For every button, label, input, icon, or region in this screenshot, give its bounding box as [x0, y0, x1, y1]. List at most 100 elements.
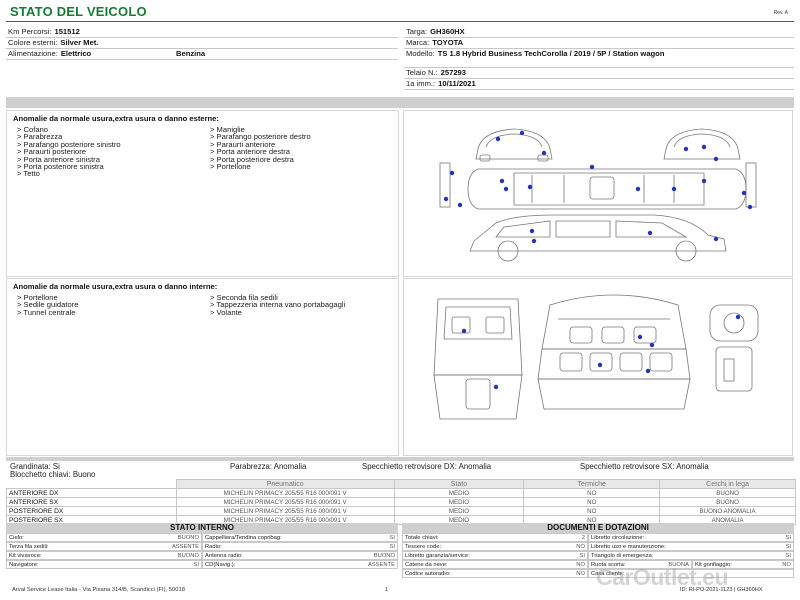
fuel-value: Elettrico [60, 49, 92, 58]
km-label: Km Percorsi: [8, 27, 52, 36]
car-exterior-drawing [439, 128, 757, 262]
cell-value: NO [576, 544, 585, 550]
vehicle-info-left: Km Percorsi: 151512 Colore esterni: Silver… [6, 27, 398, 60]
mirror-dx-status: Specchietto retrovisore DX: Anomalia [362, 462, 492, 471]
grid-cell: Codice autoradio: NO [402, 569, 588, 578]
tyre-winter: NO [523, 506, 661, 516]
cell-label: CD(Navig.): [205, 562, 236, 568]
external-damage-title: Anomalie da normale usura,extra usura o … [13, 114, 219, 123]
tyre-position: POSTERIORE DX [6, 506, 177, 516]
cell-label: Cappelliera/Tendina copribag: [205, 535, 282, 541]
km-row: Km Percorsi: 151512 [6, 27, 398, 38]
cell-label: Totale chiavi: [405, 535, 439, 541]
cell-label: Antenna radio: [205, 553, 243, 559]
grid-cell: Totale chiavi: 2 [402, 533, 588, 542]
section-band-bottom [6, 457, 794, 461]
grid-cell: Triangolo di emergenza: SI [588, 551, 794, 560]
chassis-label: Telaio N.: [406, 68, 438, 77]
plate-label: Targa: [406, 27, 428, 36]
fuel-label: Alimentazione: [8, 49, 58, 58]
cell-label: Libretto garanzia/service: [405, 553, 470, 559]
cell-label: Cielo: [9, 535, 24, 541]
tyres-header-row: Pneumatico Stato Termiche Cerchi in lega [6, 479, 796, 489]
interior-damage-markers [461, 314, 741, 390]
page-title: STATO DEL VEICOLO [10, 4, 147, 19]
external-damage-list-1: > Cofano > Parabrezza > Parafango poster… [17, 125, 121, 179]
external-car-diagram [403, 110, 793, 277]
internal-car-diagram [403, 278, 793, 456]
tyre-state: MEDIO [393, 506, 525, 516]
cell-label: Catene da neve: [405, 562, 448, 568]
cell-value: ASSENTE [367, 562, 395, 568]
chassis-value: 257293 [440, 68, 466, 77]
cell-label: Terza fila sedili: [9, 544, 49, 550]
tyre-model: MICHELIN PRIMACY 205/55 R16 000/091 V [175, 497, 395, 507]
color-label: Colore esterni: [8, 38, 58, 47]
cell-label: Navigatore: [9, 562, 39, 568]
cell-value: SI [785, 544, 791, 550]
chassis-row: Telaio N.: 257293 [404, 68, 794, 79]
cell-value: BUONO [373, 553, 395, 559]
color-value: Silver Met. [60, 38, 99, 47]
grid-cell: Libretto garanzia/service: SI [402, 551, 588, 560]
registration-label: 1a imm.: [406, 79, 436, 88]
interior-state-grid: Cielo: BUONO Cappelliera/Tendina copribag… [6, 533, 398, 573]
tyres-table: Pneumatico Stato Termiche Cerchi in lega… [6, 479, 796, 525]
tyre-rims: BUONO [659, 488, 796, 498]
internal-damage-panel: Anomalie da normale usura,extra usura o … [6, 278, 399, 456]
color-row: Colore esterni: Silver Met. [6, 38, 398, 49]
plate-row: Targa: GH360HX [404, 27, 794, 38]
model-value: TS 1.8 Hybrid Business TechCorolla / 201… [437, 49, 665, 58]
grid-cell: Libretto circolazione: SI [588, 533, 794, 542]
vehicle-info-right: Targa: GH360HX Marca: TOYOTA Modello: TS 1.… [404, 27, 794, 90]
mirror-sx-status: Specchietto retrovisore SX: Anomalia [580, 462, 709, 471]
internal-damage-title: Anomalie da normale usura,extra usura o … [13, 282, 218, 291]
cell-label: Kit vivavoce: [9, 553, 42, 559]
fuel-value-secondary: Benzina [176, 49, 206, 58]
cell-value: NO [576, 571, 585, 577]
tyre-winter: NO [523, 497, 661, 507]
grid-cell: Kit vivavoce: BUONO [6, 551, 202, 560]
tyre-state: MEDIO [393, 497, 525, 507]
grid-cell: Navigatore: SI [6, 560, 202, 569]
fuel-row: Alimentazione: Elettrico Benzina [6, 49, 398, 60]
cell-label: Radio: [205, 544, 222, 550]
cell-value: ASSENTE [171, 544, 199, 550]
footer-reference: ID: RI-PO-2021-1123 | GH360HX [680, 587, 763, 593]
documents-header: DOCUMENTI E DOTAZIONI [402, 523, 794, 533]
brand-row: Marca: TOYOTA [404, 38, 794, 49]
tyres-header-tyre: Pneumatico [175, 479, 395, 489]
cell-value: BUONO [177, 553, 199, 559]
tyre-position: ANTERIORE SX [6, 497, 177, 507]
cell-value: SI [785, 553, 791, 559]
tyres-header-rims: Cerchi in lega [659, 479, 796, 489]
tyre-rims: BUONO [659, 497, 796, 507]
car-interior-drawing [433, 294, 759, 420]
cell-value: SI [193, 562, 199, 568]
grid-cell: Cielo: BUONO [6, 533, 202, 542]
brand-label: Marca: [406, 38, 430, 47]
list-item: > Tetto [17, 169, 40, 179]
table-row: POSTERIORE DX MICHELIN PRIMACY 205/55 R1… [6, 506, 796, 516]
internal-damage-list-1: > Portellone > Sedile guidatore > Tunnel… [17, 293, 78, 316]
cell-value: NO [782, 562, 791, 568]
cell-label: Libretto uso e manutenzione: [591, 544, 666, 550]
cell-value: SI [579, 553, 585, 559]
grid-cell: Cappelliera/Tendina copribag: SI [202, 533, 398, 542]
cell-value: SI [389, 535, 395, 541]
damage-markers [443, 130, 753, 244]
grid-cell: Tessere code: NO [402, 542, 588, 551]
grid-cell: Terza fila sedili: ASSENTE [6, 542, 202, 551]
tyre-model: MICHELIN PRIMACY 205/55 R16 000/091 V [175, 488, 395, 498]
internal-damage-list-2: > Seconda fila sedili > Tappezzeria inte… [210, 293, 370, 316]
cell-label: Libretto circolazione: [591, 535, 645, 541]
tyre-model: MICHELIN PRIMACY 205/55 R16 000/091 V [175, 506, 395, 516]
tyre-state: MEDIO [393, 488, 525, 498]
list-item: > Portellone [210, 162, 251, 172]
grid-cell: Radio: SI [202, 542, 398, 551]
external-damage-panel: Anomalie da normale usura,extra usura o … [6, 110, 399, 277]
grid-cell: CD(Navig.): ASSENTE [202, 560, 398, 569]
grid-cell: Antenna radio: BUONO [202, 551, 398, 560]
grid-cell: Libretto uso e manutenzione: SI [588, 542, 794, 551]
external-damage-list-2: > Maniglie > Parafango posteriore destro… [210, 125, 311, 172]
